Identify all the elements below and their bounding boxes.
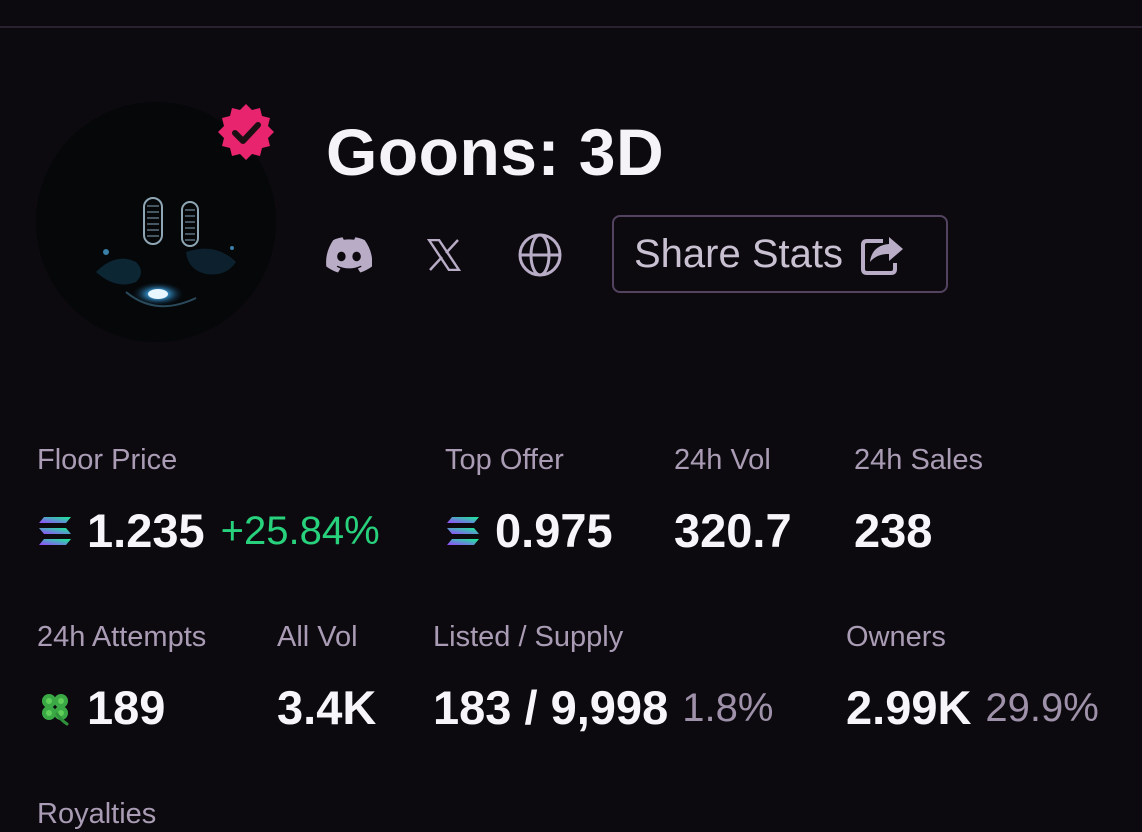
attempts-24h-amount: 189 [87, 681, 166, 734]
floor-price-amount: 1.235 [87, 504, 205, 557]
solana-icon [447, 517, 479, 545]
globe-icon [518, 233, 562, 277]
vol-24h-label: 24h Vol [674, 444, 771, 476]
attempts-24h-label: 24h Attempts [37, 621, 207, 653]
top-offer-amount: 0.975 [495, 504, 613, 557]
owners-percent: 29.9% [985, 686, 1099, 730]
attempts-24h-value: 189 [37, 680, 165, 736]
floor-price-label: Floor Price [37, 444, 178, 476]
all-vol-value: 3.4K [277, 681, 377, 734]
share-stats-button[interactable]: Share Stats [612, 215, 948, 293]
floor-price-value: 1.235 +25.84% [37, 503, 380, 559]
floor-price-change: +25.84% [220, 509, 380, 553]
sales-24h-label: 24h Sales [854, 444, 983, 476]
share-icon [861, 237, 904, 275]
verified-badge-icon [216, 102, 276, 162]
top-offer-label: Top Offer [445, 444, 564, 476]
collection-title: Goons: 3D [326, 115, 665, 189]
solana-icon [39, 517, 71, 545]
top-offer-value: 0.975 [445, 503, 613, 559]
owners-amount: 2.99K [846, 681, 972, 734]
website-link[interactable] [515, 230, 565, 280]
x-icon [427, 239, 461, 271]
listed-percent: 1.8% [682, 686, 774, 730]
clover-icon [42, 694, 69, 726]
sales-24h-value: 238 [854, 504, 933, 557]
listed-supply-label: Listed / Supply [433, 621, 624, 653]
discord-icon [326, 237, 372, 273]
listed-supply-amount: 183 / 9,998 [433, 681, 669, 734]
vol-24h-value: 320.7 [674, 504, 792, 557]
top-divider [0, 26, 1142, 28]
x-link[interactable] [424, 230, 464, 280]
owners-label: Owners [846, 621, 946, 653]
royalties-label: Royalties [37, 798, 157, 830]
listed-supply-value: 183 / 9,998 1.8% [433, 680, 773, 736]
share-stats-label: Share Stats [634, 231, 844, 276]
owners-value: 2.99K 29.9% [846, 680, 1099, 736]
discord-link[interactable] [324, 230, 374, 280]
all-vol-label: All Vol [277, 621, 358, 653]
